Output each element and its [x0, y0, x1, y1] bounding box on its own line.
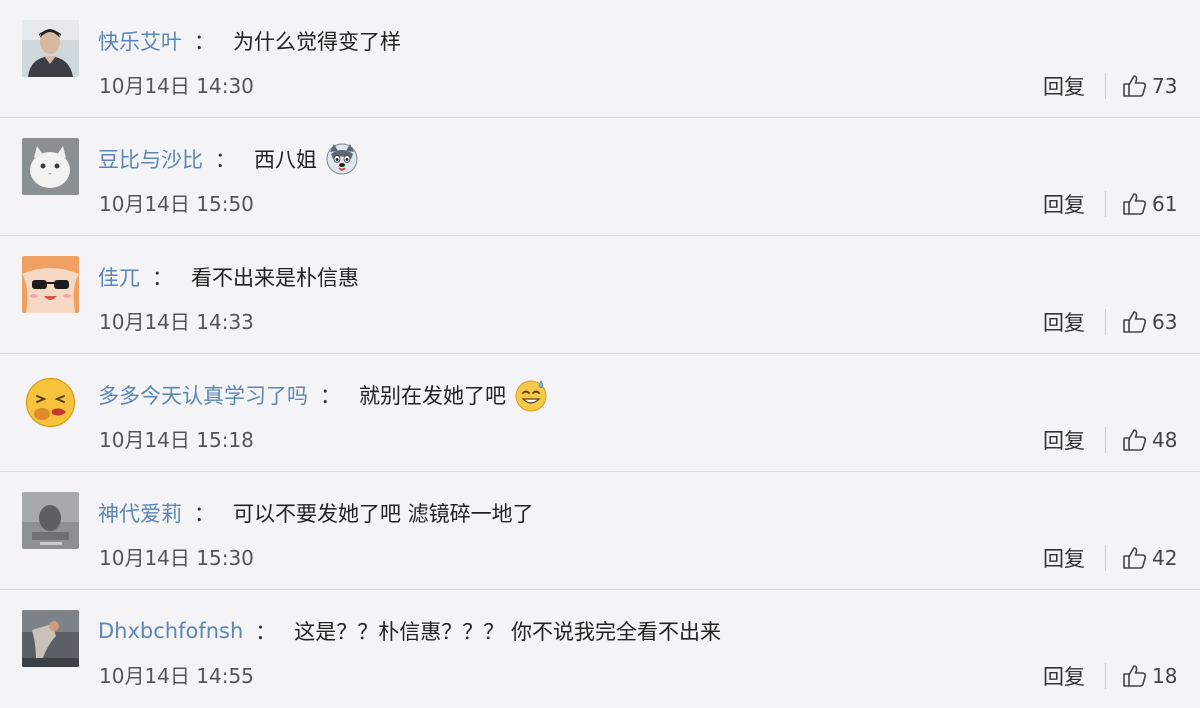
username-link[interactable]: 豆比与沙比 — [98, 144, 203, 174]
divider — [1105, 73, 1106, 99]
user-avatar[interactable] — [22, 138, 79, 195]
like-button[interactable]: 42 — [1122, 545, 1180, 571]
comment-item: 快乐艾叶 ： 为什么觉得变了样 10月14日 14:30 回复 73 — [0, 0, 1200, 118]
username-link[interactable]: 神代爱莉 — [98, 498, 182, 528]
comment-list: 快乐艾叶 ： 为什么觉得变了样 10月14日 14:30 回复 73 豆比与沙比… — [0, 0, 1200, 700]
gray-photo-avatar-icon — [22, 492, 79, 549]
like-count: 61 — [1152, 192, 1178, 216]
white-cat-avatar-icon — [22, 138, 79, 195]
username-link[interactable]: 快乐艾叶 — [98, 26, 182, 56]
comment-item: 豆比与沙比 ： 西八姐 10月14日 15:50 回复 61 — [0, 118, 1200, 236]
like-count: 42 — [1152, 546, 1178, 570]
reply-button[interactable]: 回复 — [1043, 661, 1085, 691]
colon: ： — [215, 148, 236, 172]
like-button[interactable]: 18 — [1122, 663, 1180, 689]
reply-button[interactable]: 回复 — [1043, 543, 1085, 573]
username-link[interactable]: Dhxbchfofnsh — [98, 619, 243, 643]
comment-timestamp: 10月14日 14:55 — [99, 664, 254, 688]
divider — [1105, 427, 1106, 453]
user-avatar[interactable] — [22, 20, 79, 77]
like-count: 73 — [1152, 74, 1178, 98]
colon: ： — [255, 620, 277, 644]
like-button[interactable]: 61 — [1122, 191, 1180, 217]
comment-item: 佳兀 ： 看不出来是朴信惠 10月14日 14:33 回复 63 — [0, 236, 1200, 354]
username-link[interactable]: 多多今天认真学习了吗 — [98, 380, 308, 410]
reply-button[interactable]: 回复 — [1043, 189, 1085, 219]
thumbs-up-icon — [1123, 547, 1147, 569]
thumbs-up-icon — [1123, 193, 1147, 215]
comment-text: 可以不要发她了吧 滤镜碎一地了 — [233, 502, 534, 526]
colon: ： — [320, 384, 341, 408]
reply-button[interactable]: 回复 — [1043, 71, 1085, 101]
like-button[interactable]: 63 — [1122, 309, 1180, 335]
user-avatar[interactable] — [22, 492, 79, 549]
anime-sunglasses-avatar-icon — [22, 256, 79, 313]
comment-text: 看不出来是朴信惠 — [191, 266, 359, 290]
like-count: 18 — [1152, 664, 1178, 688]
colon: ： — [194, 502, 215, 526]
husky-dog-emoji-icon — [325, 142, 359, 176]
user-avatar[interactable] — [22, 610, 79, 667]
reply-button[interactable]: 回复 — [1043, 425, 1085, 455]
thumbs-up-icon — [1123, 665, 1147, 687]
thumbs-up-icon — [1123, 75, 1147, 97]
comment-timestamp: 10月14日 15:50 — [99, 192, 254, 216]
comment-text: 为什么觉得变了样 — [233, 30, 401, 54]
comment-text: 就别在发她了吧 — [359, 384, 506, 408]
divider — [1105, 191, 1106, 217]
user-avatar[interactable] — [22, 374, 79, 431]
divider — [1105, 663, 1106, 689]
thumbs-up-icon — [1123, 429, 1147, 451]
comment-text: 这是？？朴信惠？？？ 你不说我完全看不出来 — [294, 620, 721, 644]
like-button[interactable]: 48 — [1122, 427, 1180, 453]
comment-timestamp: 10月14日 14:30 — [99, 74, 254, 98]
user-avatar[interactable] — [22, 256, 79, 313]
username-link[interactable]: 佳兀 — [98, 262, 140, 292]
man-portrait-avatar-icon — [22, 20, 79, 77]
like-count: 63 — [1152, 310, 1178, 334]
divider — [1105, 309, 1106, 335]
sweat-smile-emoji-icon — [514, 378, 548, 412]
like-button[interactable]: 73 — [1122, 73, 1180, 99]
like-count: 48 — [1152, 428, 1178, 452]
reply-button[interactable]: 回复 — [1043, 307, 1085, 337]
divider — [1105, 545, 1106, 571]
comment-item: 多多今天认真学习了吗 ： 就别在发她了吧 10月14日 15:18 回复 48 — [0, 354, 1200, 472]
thumbs-up-icon — [1123, 311, 1147, 333]
colon: ： — [152, 266, 173, 290]
comment-timestamp: 10月14日 14:33 — [99, 310, 254, 334]
comment-item: 神代爱莉 ： 可以不要发她了吧 滤镜碎一地了 10月14日 15:30 回复 4… — [0, 472, 1200, 590]
comment-text: 西八姐 — [254, 148, 317, 172]
yellow-face-avatar-icon — [22, 374, 79, 431]
comment-item: Dhxbchfofnsh ： 这是？？朴信惠？？？ 你不说我完全看不出来 10月… — [0, 590, 1200, 708]
dark-scene-avatar-icon — [22, 610, 79, 667]
colon: ： — [194, 30, 215, 54]
comment-timestamp: 10月14日 15:18 — [99, 428, 254, 452]
comment-timestamp: 10月14日 15:30 — [99, 546, 254, 570]
